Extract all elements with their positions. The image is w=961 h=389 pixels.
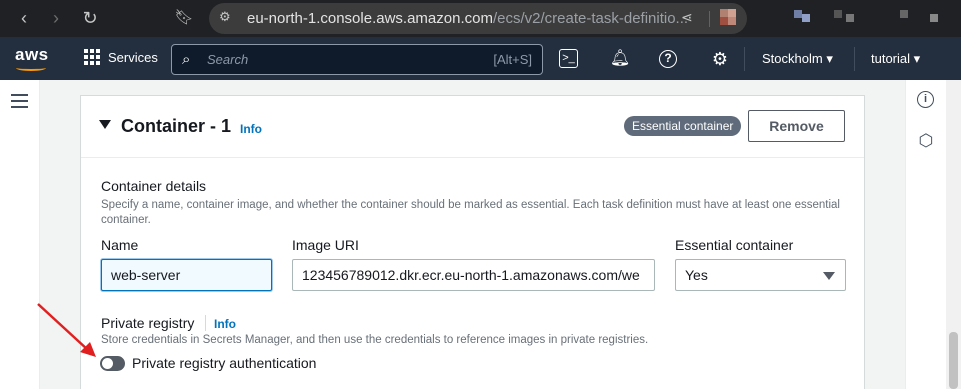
private-registry-info-link[interactable]: Info xyxy=(214,317,236,331)
toggle-knob xyxy=(102,358,113,369)
back-icon[interactable]: ‹ xyxy=(12,6,36,30)
chevron-down-icon xyxy=(823,272,835,280)
container-card: Container - 1 Info Essential container R… xyxy=(80,95,865,389)
account-menu[interactable]: tutorial ▾ xyxy=(871,51,920,67)
container-details-title: Container details xyxy=(101,178,207,194)
annotation-arrow xyxy=(37,303,96,357)
search-placeholder: Search xyxy=(207,52,249,67)
nav-divider xyxy=(854,47,855,71)
container-card-header: Container - 1 Info Essential container R… xyxy=(81,96,864,158)
essential-container-label: Essential container xyxy=(675,237,794,253)
extensions-area xyxy=(790,10,950,26)
essential-container-badge: Essential container xyxy=(624,116,742,136)
container-title: Container - 1 xyxy=(121,116,232,136)
private-registry-toggle-label: Private registry authentication xyxy=(132,355,317,371)
info-circle-icon[interactable]: i xyxy=(917,91,934,108)
services-menu[interactable]: Services xyxy=(84,49,158,65)
profile-avatar[interactable] xyxy=(716,5,744,31)
url-host: eu-north-1.console.aws.amazon.com xyxy=(247,10,493,27)
grid-icon xyxy=(84,49,100,65)
menu-icon[interactable] xyxy=(11,94,28,112)
essential-container-value: Yes xyxy=(685,267,708,283)
image-uri-input[interactable]: 123456789012.dkr.ecr.eu-north-1.amazonaw… xyxy=(292,259,655,291)
private-registry-title: Private registry xyxy=(101,315,195,331)
tools-rail: i ⬡ xyxy=(905,80,946,389)
site-settings-icon[interactable]: ⚙ xyxy=(219,9,231,25)
search-shortcut: [Alt+S] xyxy=(493,52,532,67)
name-input[interactable]: web-server xyxy=(101,259,272,291)
aws-console-nav: aws Services ⌕ Search [Alt+S] >_ 🔔︎ ? ⚙ … xyxy=(0,37,961,80)
bookmark-icon[interactable]: 🔖︎ xyxy=(172,6,196,30)
ai-assistant-icon[interactable]: ⬡ xyxy=(916,131,936,151)
services-label: Services xyxy=(108,49,158,65)
name-label: Name xyxy=(101,237,139,253)
container-details-description: Specify a name, container image, and whe… xyxy=(101,199,840,226)
url-divider xyxy=(709,11,710,27)
remove-button[interactable]: Remove xyxy=(748,110,845,142)
help-icon[interactable]: ? xyxy=(659,50,677,68)
container-info-link[interactable]: Info xyxy=(240,122,262,136)
region-selector[interactable]: Stockholm ▾ xyxy=(762,51,833,67)
essential-container-select[interactable]: Yes xyxy=(675,259,846,291)
aws-logo[interactable]: aws xyxy=(15,45,49,71)
private-registry-separator xyxy=(205,315,206,331)
notifications-icon[interactable]: 🔔︎ xyxy=(609,48,631,70)
private-registry-toggle[interactable] xyxy=(100,356,125,371)
private-registry-description: Store credentials in Secrets Manager, an… xyxy=(101,334,649,346)
settings-icon[interactable]: ⚙ xyxy=(709,48,731,70)
share-icon[interactable]: ⋖ xyxy=(681,9,693,26)
reload-icon[interactable]: ↻ xyxy=(78,6,102,30)
url-path: /ecs/v2/create-task-definitio... xyxy=(492,10,689,27)
image-uri-label: Image URI xyxy=(292,237,359,253)
nav-divider xyxy=(744,47,745,71)
collapse-caret-icon[interactable] xyxy=(99,120,111,129)
cloudshell-icon[interactable]: >_ xyxy=(559,49,578,68)
search-icon: ⌕ xyxy=(182,51,191,68)
browser-toolbar: ‹ › ↻ 🔖︎ ⚙ eu-north-1.console.aws.amazon… xyxy=(0,0,961,37)
scrollbar-thumb[interactable] xyxy=(949,332,958,389)
forward-icon[interactable]: › xyxy=(44,6,68,30)
address-bar[interactable]: ⚙ eu-north-1.console.aws.amazon.com/ecs/… xyxy=(209,3,747,34)
page-scrollbar[interactable] xyxy=(946,80,961,389)
search-input[interactable]: ⌕ Search [Alt+S] xyxy=(171,44,543,75)
